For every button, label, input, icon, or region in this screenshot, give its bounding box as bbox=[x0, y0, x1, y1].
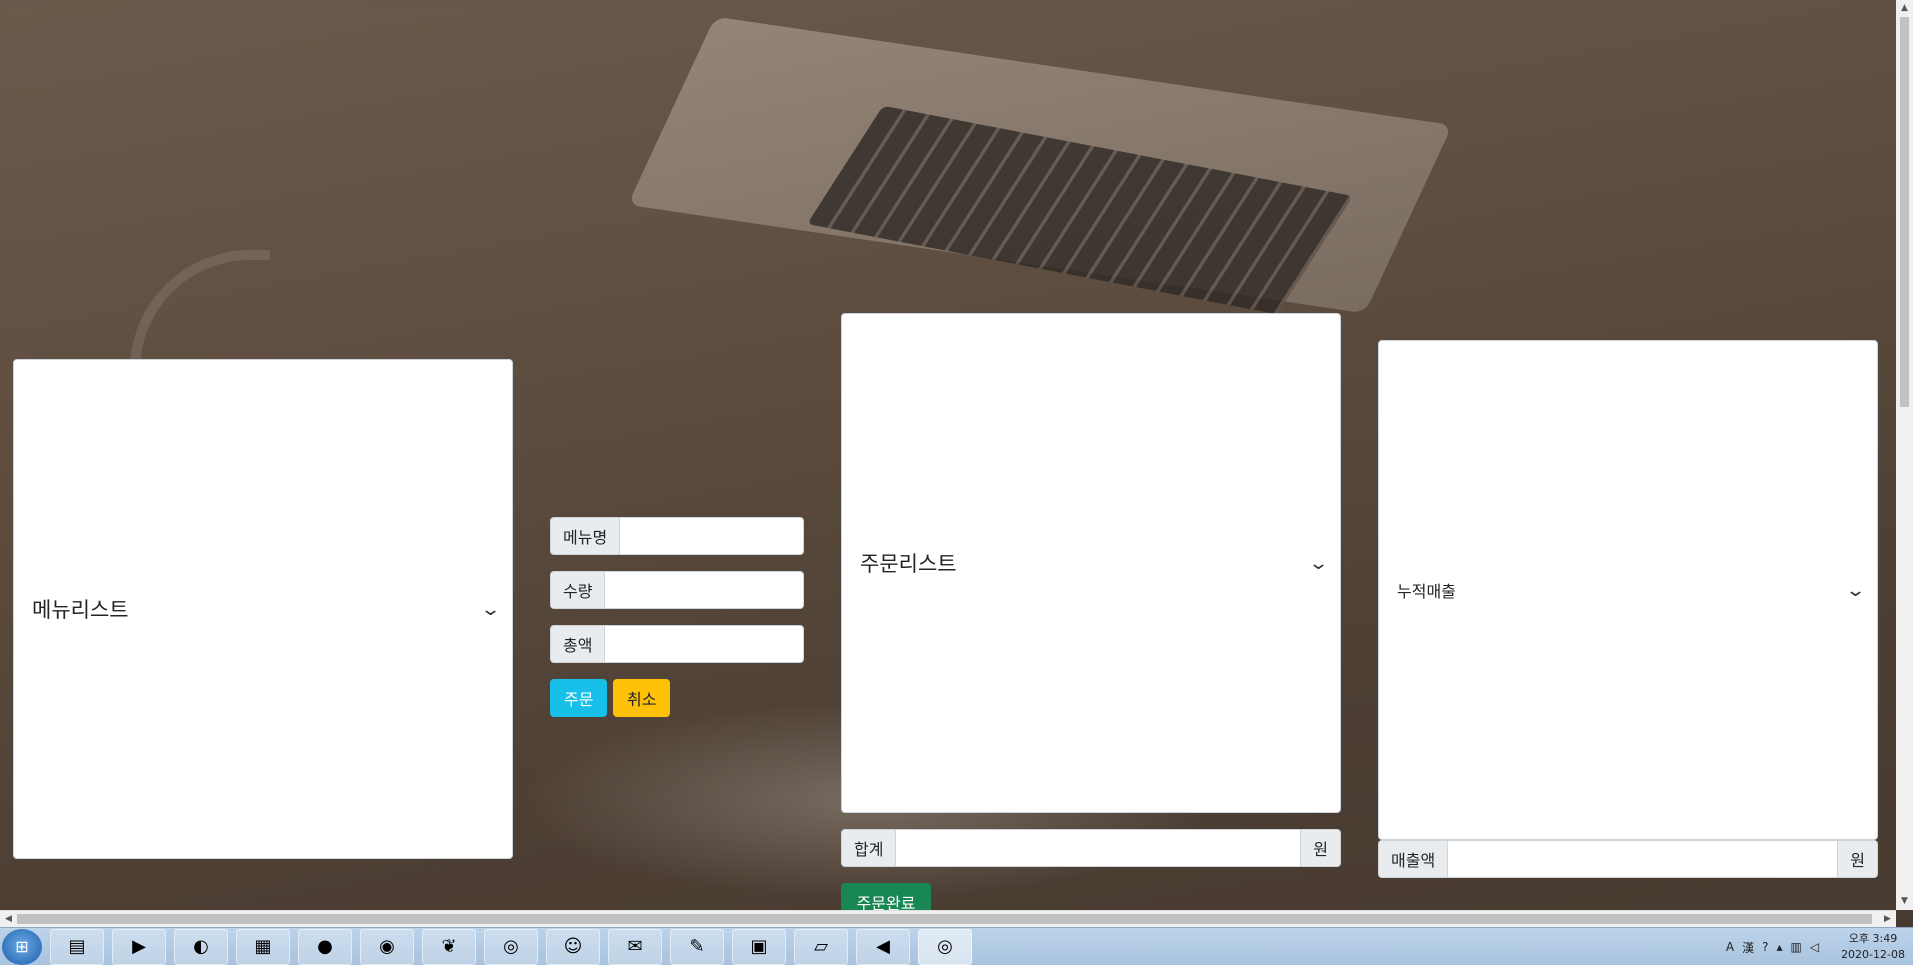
media-player-icon[interactable]: ▶ bbox=[112, 928, 166, 965]
help-icon[interactable]: ? bbox=[1762, 940, 1768, 954]
sales-group: 매출액 원 bbox=[1378, 840, 1878, 878]
volume-icon[interactable]: ◁ bbox=[1810, 940, 1819, 954]
system-tray: A 漢 ? ▴ ▥ ◁ 오후 3:49 2020-12-08 bbox=[1726, 928, 1905, 965]
menu-name-group: 메뉴명 bbox=[550, 517, 804, 555]
chevron-down-icon: ⌄ bbox=[479, 598, 502, 620]
sticky-notes-icon[interactable]: ▱ bbox=[794, 928, 848, 965]
sum-unit: 원 bbox=[1301, 829, 1341, 867]
hanja-icon[interactable]: 漢 bbox=[1742, 939, 1754, 956]
vscode-icon[interactable]: ◀ bbox=[856, 928, 910, 965]
vertical-scroll-thumb[interactable] bbox=[1900, 17, 1909, 407]
scroll-left-icon[interactable]: ◀ bbox=[0, 911, 17, 928]
total-label: 총액 bbox=[550, 625, 606, 663]
cancel-button[interactable]: 취소 bbox=[613, 679, 671, 717]
menu-list-label: 메뉴리스트 bbox=[32, 598, 129, 622]
network-icon[interactable]: ▥ bbox=[1790, 940, 1801, 954]
scroll-down-icon[interactable]: ▼ bbox=[1896, 893, 1913, 910]
sum-input[interactable] bbox=[896, 829, 1302, 867]
sales-list-select[interactable]: 누적매출 ⌄ bbox=[1378, 340, 1878, 840]
task-scheduler-icon[interactable]: ▦ bbox=[236, 928, 290, 965]
scroll-right-icon[interactable]: ▶ bbox=[1879, 911, 1896, 928]
total-input[interactable] bbox=[605, 625, 804, 663]
clock-date: 2020-12-08 bbox=[1841, 948, 1905, 961]
taskbar: ⊞ ▤ ▶ ◐ ▦ ● ◉ ❦ ◎ ☺ ✉ ✎ ▣ ▱ ◀ ◎ A 漢 ? ▴ … bbox=[0, 927, 1913, 965]
scroll-up-icon[interactable]: ▲ bbox=[1896, 0, 1913, 17]
menu-name-input[interactable] bbox=[620, 517, 804, 555]
chevron-down-icon: ⌄ bbox=[1307, 552, 1330, 574]
quantity-group: 수량 bbox=[550, 571, 804, 609]
chrome-icon[interactable]: ◎ bbox=[484, 928, 538, 965]
show-hidden-icons-icon[interactable]: ▴ bbox=[1776, 940, 1782, 954]
vertical-scrollbar[interactable]: ▲ ▼ bbox=[1896, 0, 1913, 910]
zoom-icon[interactable]: ▣ bbox=[732, 928, 786, 965]
clock[interactable]: 오후 3:49 2020-12-08 bbox=[1841, 931, 1905, 963]
order-list-select[interactable]: 주문리스트 ⌄ bbox=[841, 313, 1341, 813]
eclipse-icon[interactable]: ◉ bbox=[360, 928, 414, 965]
file-explorer-icon[interactable]: ▤ bbox=[50, 928, 104, 965]
sales-unit: 원 bbox=[1838, 840, 1878, 878]
menu-list-select[interactable]: 메뉴리스트 ⌄ bbox=[13, 359, 513, 859]
chrome-active-icon[interactable]: ◎ bbox=[918, 928, 972, 965]
spring-icon[interactable]: ❦ bbox=[422, 928, 476, 965]
menu-name-label: 메뉴명 bbox=[550, 517, 621, 555]
kakaotalk-icon[interactable]: ✉ bbox=[608, 928, 662, 965]
ime-language-icon[interactable]: A bbox=[1726, 940, 1734, 954]
clock-time: 오후 3:49 bbox=[1848, 932, 1898, 945]
firefox-icon[interactable]: ● bbox=[298, 928, 352, 965]
order-list-label: 주문리스트 bbox=[860, 552, 957, 576]
horizontal-scroll-thumb[interactable] bbox=[17, 914, 1872, 924]
paint-icon[interactable]: ✎ bbox=[670, 928, 724, 965]
sales-input[interactable] bbox=[1448, 840, 1839, 878]
order-button[interactable]: 주문 bbox=[550, 679, 608, 717]
chevron-down-icon: ⌄ bbox=[1844, 579, 1867, 601]
sum-group: 합계 원 bbox=[841, 829, 1341, 867]
total-group: 총액 bbox=[550, 625, 804, 663]
sales-label: 매출액 bbox=[1378, 840, 1449, 878]
horizontal-scrollbar[interactable]: ◀ ▶ bbox=[0, 910, 1896, 927]
messenger-icon[interactable]: ☺ bbox=[546, 928, 600, 965]
edge-icon[interactable]: ◐ bbox=[174, 928, 228, 965]
sales-list-label: 누적매출 bbox=[1397, 582, 1456, 601]
quantity-input[interactable] bbox=[605, 571, 804, 609]
start-button[interactable]: ⊞ bbox=[2, 928, 42, 965]
sum-label: 합계 bbox=[841, 829, 897, 867]
quantity-label: 수량 bbox=[550, 571, 606, 609]
